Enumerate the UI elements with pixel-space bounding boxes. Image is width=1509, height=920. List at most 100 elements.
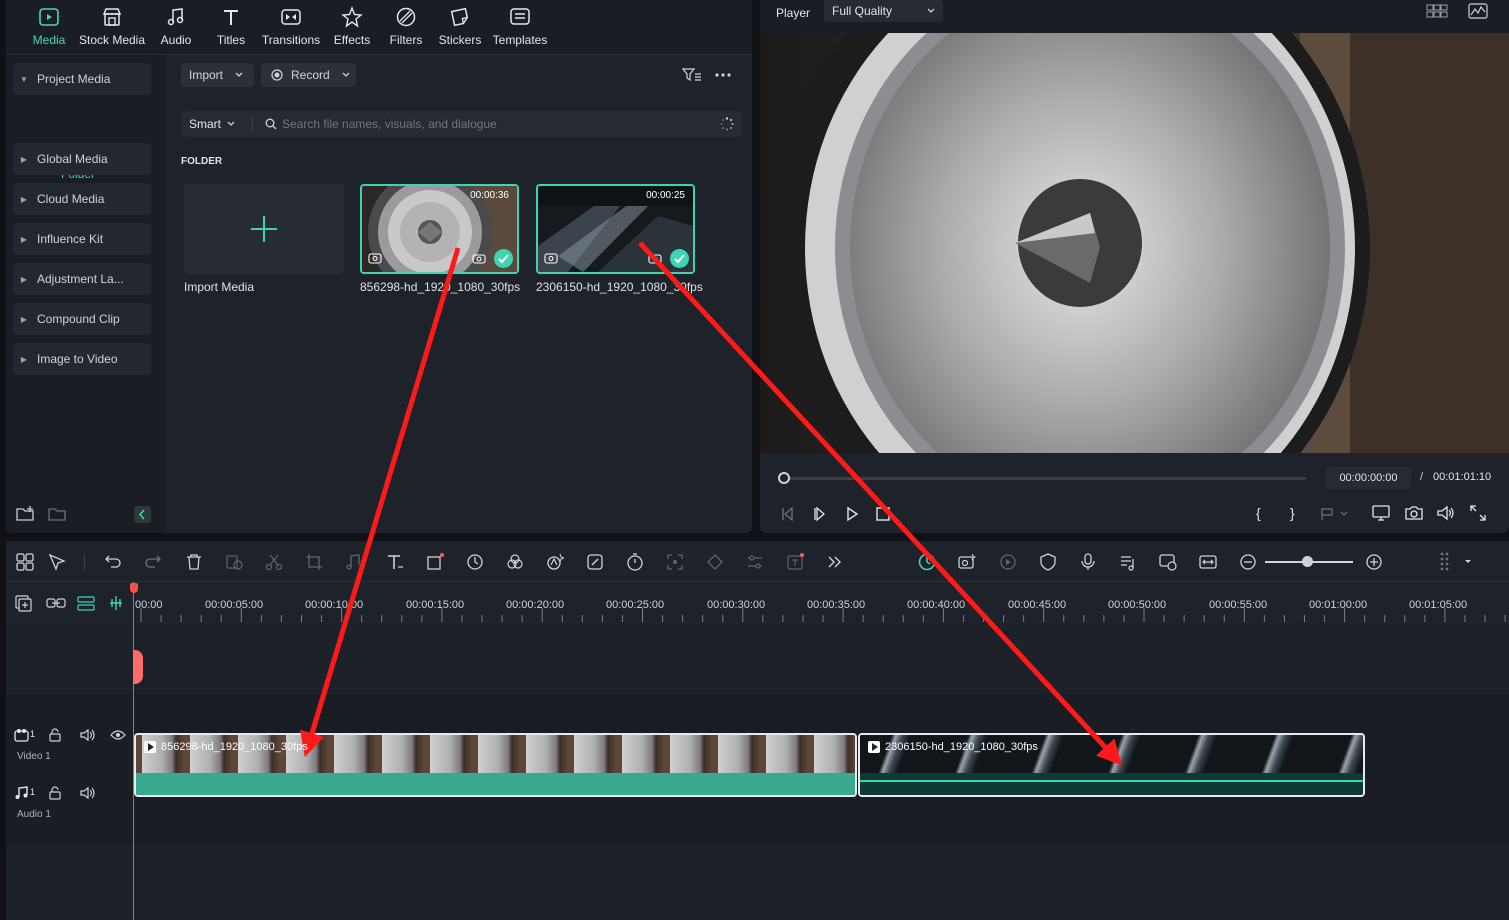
link-clips-icon[interactable] xyxy=(46,594,66,612)
folder-icon[interactable] xyxy=(48,506,66,522)
media-thumbnail-2[interactable]: 00:00:25 xyxy=(536,184,695,274)
picture-in-picture-icon[interactable] xyxy=(1159,553,1177,571)
text-title-icon[interactable] xyxy=(386,553,404,571)
fit-width-icon[interactable] xyxy=(1199,553,1217,571)
adjust-sliders-icon[interactable] xyxy=(746,553,764,571)
crop-icon[interactable] xyxy=(305,553,323,571)
new-folder-icon[interactable] xyxy=(16,506,34,522)
play-icon[interactable] xyxy=(844,506,860,522)
record-dropdown[interactable]: Record xyxy=(261,63,356,87)
ruler-label: 00:00:10:00 xyxy=(305,599,364,611)
select-cursor-icon[interactable] xyxy=(48,553,66,571)
smart-search-dropdown[interactable]: Smart xyxy=(182,111,248,137)
layout-grid-icon[interactable] xyxy=(16,553,34,571)
stop-icon[interactable] xyxy=(875,506,891,522)
tab-effects[interactable]: Effects xyxy=(331,6,373,52)
next-frame-icon[interactable] xyxy=(812,506,828,522)
sidebar-item-project-media[interactable]: ▼ Project Media xyxy=(13,63,151,95)
waveform-monitor-icon[interactable] xyxy=(1468,3,1488,19)
panel-layout-dropdown-icon[interactable] xyxy=(1438,551,1474,573)
timeline-clip-1[interactable]: 856298-hd_1920_1080_30fps xyxy=(134,733,857,797)
speed-clock-icon[interactable] xyxy=(466,553,484,571)
tab-media[interactable]: Media xyxy=(30,6,68,52)
ai-video-icon[interactable] xyxy=(958,553,976,571)
color-circles-icon[interactable] xyxy=(506,553,524,571)
tab-audio[interactable]: Audio xyxy=(156,6,196,52)
ai-text-icon[interactable] xyxy=(786,553,804,571)
sidebar-item-global-media[interactable]: ▶ Global Media xyxy=(13,143,151,175)
tab-stickers[interactable]: Stickers xyxy=(437,6,483,52)
playback-scrubber[interactable] xyxy=(784,477,1306,480)
current-time-field[interactable]: 00:00:00:00 xyxy=(1326,467,1411,489)
media-sidebar: ▼ Project Media Folder ▶Global Media ▶Cl… xyxy=(6,55,166,533)
ai-tool-icon[interactable] xyxy=(546,553,564,571)
grid-view-icon[interactable] xyxy=(1426,4,1448,18)
delete-trash-icon[interactable] xyxy=(185,553,203,571)
sidebar-item-adjustment-layer[interactable]: ▶ Adjustment La... xyxy=(13,263,151,295)
timer-icon[interactable] xyxy=(626,553,644,571)
keyframe-icon[interactable] xyxy=(706,553,724,571)
shape-box-icon[interactable] xyxy=(426,553,444,571)
duration-badge: 00:00:25 xyxy=(646,190,685,201)
playhead-line[interactable] xyxy=(133,582,134,920)
caret-right-icon: ▶ xyxy=(20,194,28,204)
timeline-ruler[interactable]: 00:00 00:00:05:00 00:00:10:00 00:00:15:0… xyxy=(6,582,1509,622)
sidebar-item-cloud-media[interactable]: ▶ Cloud Media xyxy=(13,183,151,215)
mark-out-button[interactable]: } xyxy=(1290,505,1295,521)
tab-stock-media[interactable]: Stock Media xyxy=(78,6,146,52)
microphone-icon[interactable] xyxy=(1079,553,1097,571)
ripple-delete-icon[interactable] xyxy=(225,553,243,571)
zoom-slider-handle[interactable] xyxy=(1302,556,1313,567)
zoom-out-icon[interactable] xyxy=(1239,553,1257,571)
display-icon[interactable] xyxy=(1372,505,1390,521)
templates-icon xyxy=(510,8,530,25)
tab-filters[interactable]: Filters xyxy=(388,6,424,52)
auto-ripple-icon[interactable] xyxy=(76,594,96,612)
mark-in-button[interactable]: { xyxy=(1256,505,1261,521)
track-lock-icon[interactable] xyxy=(48,728,62,742)
zoom-in-icon[interactable] xyxy=(1365,553,1383,571)
playhead-grabber[interactable] xyxy=(133,650,143,684)
motion-tracking-icon[interactable] xyxy=(666,553,684,571)
timeline-clip-2[interactable]: 2306150-hd_1920_1080_30fps xyxy=(858,733,1365,797)
track-lock-icon[interactable] xyxy=(48,786,62,800)
track-volume-icon[interactable] xyxy=(80,728,96,742)
shield-icon[interactable] xyxy=(1039,553,1057,571)
filter-sort-icon[interactable] xyxy=(682,67,702,83)
edit-frame-icon[interactable] xyxy=(586,553,604,571)
playhead-handle[interactable] xyxy=(130,583,138,593)
fullscreen-icon[interactable] xyxy=(1470,505,1486,521)
render-status-icon[interactable] xyxy=(918,553,936,571)
previous-frame-icon[interactable] xyxy=(780,506,796,522)
search-input[interactable] xyxy=(282,114,702,134)
add-track-icon[interactable] xyxy=(14,594,34,612)
media-thumbnail-1[interactable]: 00:00:36 xyxy=(360,184,519,274)
checkmark-icon xyxy=(670,249,689,268)
snapshot-camera-icon[interactable] xyxy=(1405,505,1423,521)
sidebar-item-influence-kit[interactable]: ▶ Influence Kit xyxy=(13,223,151,255)
quality-dropdown[interactable]: Full Quality xyxy=(824,0,943,22)
auto-highlight-icon[interactable] xyxy=(999,553,1017,571)
collapse-sidebar-button[interactable] xyxy=(134,506,151,523)
tab-templates[interactable]: Templates xyxy=(491,6,549,52)
marker-dropdown-icon[interactable] xyxy=(1320,507,1350,521)
audio-edit-icon[interactable] xyxy=(345,553,363,571)
more-tools-chevrons-icon[interactable] xyxy=(826,553,844,571)
redo-icon[interactable] xyxy=(144,553,162,571)
snap-magnet-icon[interactable] xyxy=(106,594,126,612)
audio-mix-icon[interactable] xyxy=(1119,553,1137,571)
chevron-down-icon xyxy=(342,72,350,77)
tab-titles[interactable]: Titles xyxy=(211,6,251,52)
tab-transitions[interactable]: Transitions xyxy=(260,6,322,52)
undo-icon[interactable] xyxy=(104,553,122,571)
sidebar-item-image-to-video[interactable]: ▶ Image to Video xyxy=(13,343,151,375)
scissors-icon[interactable] xyxy=(265,553,283,571)
volume-icon[interactable] xyxy=(1437,505,1455,521)
more-options-icon[interactable] xyxy=(714,72,732,78)
scrubber-handle[interactable] xyxy=(778,472,790,484)
import-media-tile[interactable] xyxy=(184,184,344,274)
import-dropdown[interactable]: Import xyxy=(181,63,254,87)
track-volume-icon[interactable] xyxy=(80,786,96,800)
track-visibility-eye-icon[interactable] xyxy=(110,729,126,741)
sidebar-item-compound-clip[interactable]: ▶ Compound Clip xyxy=(13,303,151,335)
